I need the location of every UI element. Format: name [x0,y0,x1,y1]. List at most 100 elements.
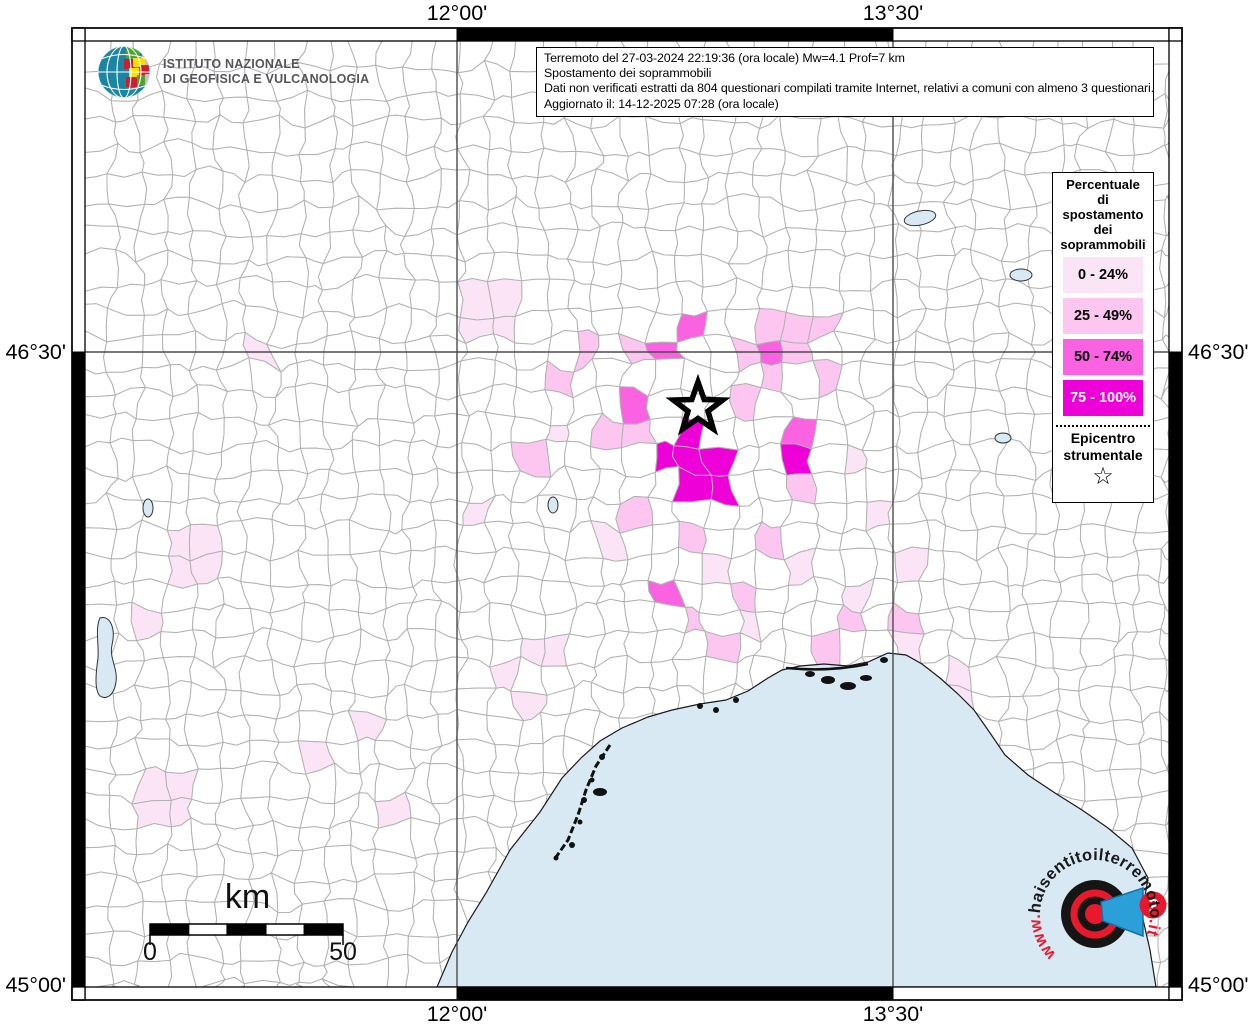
legend-epicenter-line: strumentale [1063,447,1143,463]
municipality-cell [385,953,410,993]
municipality-cell [215,603,255,639]
axis-label-top-left: 12°00' [427,1,488,25]
municipality-cell [590,260,623,289]
legend-epicenter-label: Epicentro strumentale [1053,430,1153,464]
legend-swatch-75-100: 75 - 100% [1063,380,1143,416]
municipality-cell [406,713,443,752]
event-updated-line: Aggiornato il: 14-12-2025 07:28 (ora loc… [544,96,779,111]
event-title-line: Terremoto del 27-03-2024 22:19:36 (ora l… [544,51,905,65]
legend-star-icon: ☆ [1092,463,1114,490]
municipality-cell [404,91,442,121]
municipality-cell [249,439,280,473]
legend-title-line: dei [1093,222,1113,237]
municipality-cell [84,844,118,876]
municipality-cell [183,711,224,747]
municipality-cell [865,466,900,503]
municipality-cell [1026,249,1055,290]
municipality-cell [1108,768,1143,801]
municipality-cell [402,66,437,97]
municipality-cell [673,546,703,586]
municipality-cell [351,439,381,473]
municipality-cell [84,173,110,207]
municipality-cell [159,629,198,659]
small-lake [142,498,154,518]
municipality-cell [648,658,679,692]
small-lake [1009,268,1033,282]
municipality-cell [192,411,225,456]
municipality-cell [916,149,956,187]
municipality-cell [754,584,789,615]
legend-title-line: di [1097,192,1109,207]
municipality-cell [191,767,224,804]
axis-label-left-bottom: 45°00' [5,973,66,997]
scalebar-unit: km [224,878,271,916]
scalebar-start: 0 [143,938,157,966]
legend-swatch-25-49: 25 - 49% [1063,298,1143,334]
municipality-cell [785,227,818,254]
municipality-cell [811,470,848,505]
municipality-cell [84,394,117,419]
legend-title-line: spostamento [1062,207,1144,222]
axis-label-right-top: 46°30' [1188,340,1249,364]
municipality-cell [995,358,1032,393]
municipality-cell [431,40,462,74]
municipality-cell [673,225,704,257]
municipality-cell [351,659,390,699]
municipality-cell [354,469,385,498]
municipality-cell [926,519,947,552]
legend-swatch-0-24: 0 - 24% [1063,257,1143,293]
municipality-cell [185,497,221,527]
municipality-cell [102,334,144,373]
municipality-cell [969,492,1007,531]
small-lake [994,432,1012,444]
municipality-cell [701,552,732,586]
ingv-logo-line1: ISTITUTO NAZIONALE [163,57,300,71]
municipality-cell [620,441,658,479]
municipality-cell [589,282,624,313]
municipality-cell [780,359,821,401]
municipality-cell [920,122,956,154]
legend-swatch-50-74: 50 - 74% [1063,339,1143,375]
legend-title-line: Percentuale [1066,177,1140,192]
legend-title: Percentuale di spostamento dei soprammob… [1053,177,1153,252]
municipality-cell [809,287,845,318]
municipality-cell [840,226,876,258]
ingv-globe-icon [98,46,150,98]
axis-label-left-top: 46°30' [5,340,66,364]
municipality-cell [516,252,551,282]
municipality-cell [509,121,545,154]
municipality-cell [516,226,550,256]
municipality-cell [114,580,135,606]
event-info-box: Terremoto del 27-03-2024 22:19:36 (ora l… [536,47,1154,117]
municipality-cell [106,171,148,208]
municipality-cell [219,739,251,770]
event-data-source-line: Dati non verificati estratti da 804 ques… [544,81,1154,96]
municipality-cell [779,443,813,476]
municipality-cell [806,443,849,475]
haisentitoilterremoto-watermark: ? www.haisentitoilterremoto .it [1026,846,1167,964]
municipality-cell [968,608,1011,642]
municipality-cell [486,222,519,255]
ingv-logo-line2: DI GEOFISICA E VULCANOLOGIA [163,72,370,86]
watermark-www: www. [1026,914,1060,964]
municipality-cell [382,933,409,959]
ingv-logo: ISTITUTO NAZIONALE DI GEOFISICA E VULCAN… [96,44,369,100]
axis-label-top-right: 13°30' [863,1,924,25]
municipality-cell [873,547,899,584]
municipality-cell [916,226,957,260]
watermark-tld: .it [1143,918,1164,939]
legend: Percentuale di spostamento dei soprammob… [1052,172,1154,503]
legend-title-line: soprammobili [1060,237,1146,252]
municipality-cell [514,742,545,775]
axis-label-bottom-left: 12°00' [427,1002,488,1024]
municipality-cell [375,337,408,372]
axis-label-right-bottom: 45°00' [1188,973,1249,997]
municipality-cell [348,141,384,175]
municipality-cell [590,307,624,336]
municipality-cell [1132,601,1166,633]
legend-epicenter-line: Epicentro [1070,430,1136,446]
municipality-cell [1079,523,1109,559]
municipality-cell [84,247,120,292]
municipality-cell [841,198,876,233]
municipality-cell [1129,654,1168,692]
